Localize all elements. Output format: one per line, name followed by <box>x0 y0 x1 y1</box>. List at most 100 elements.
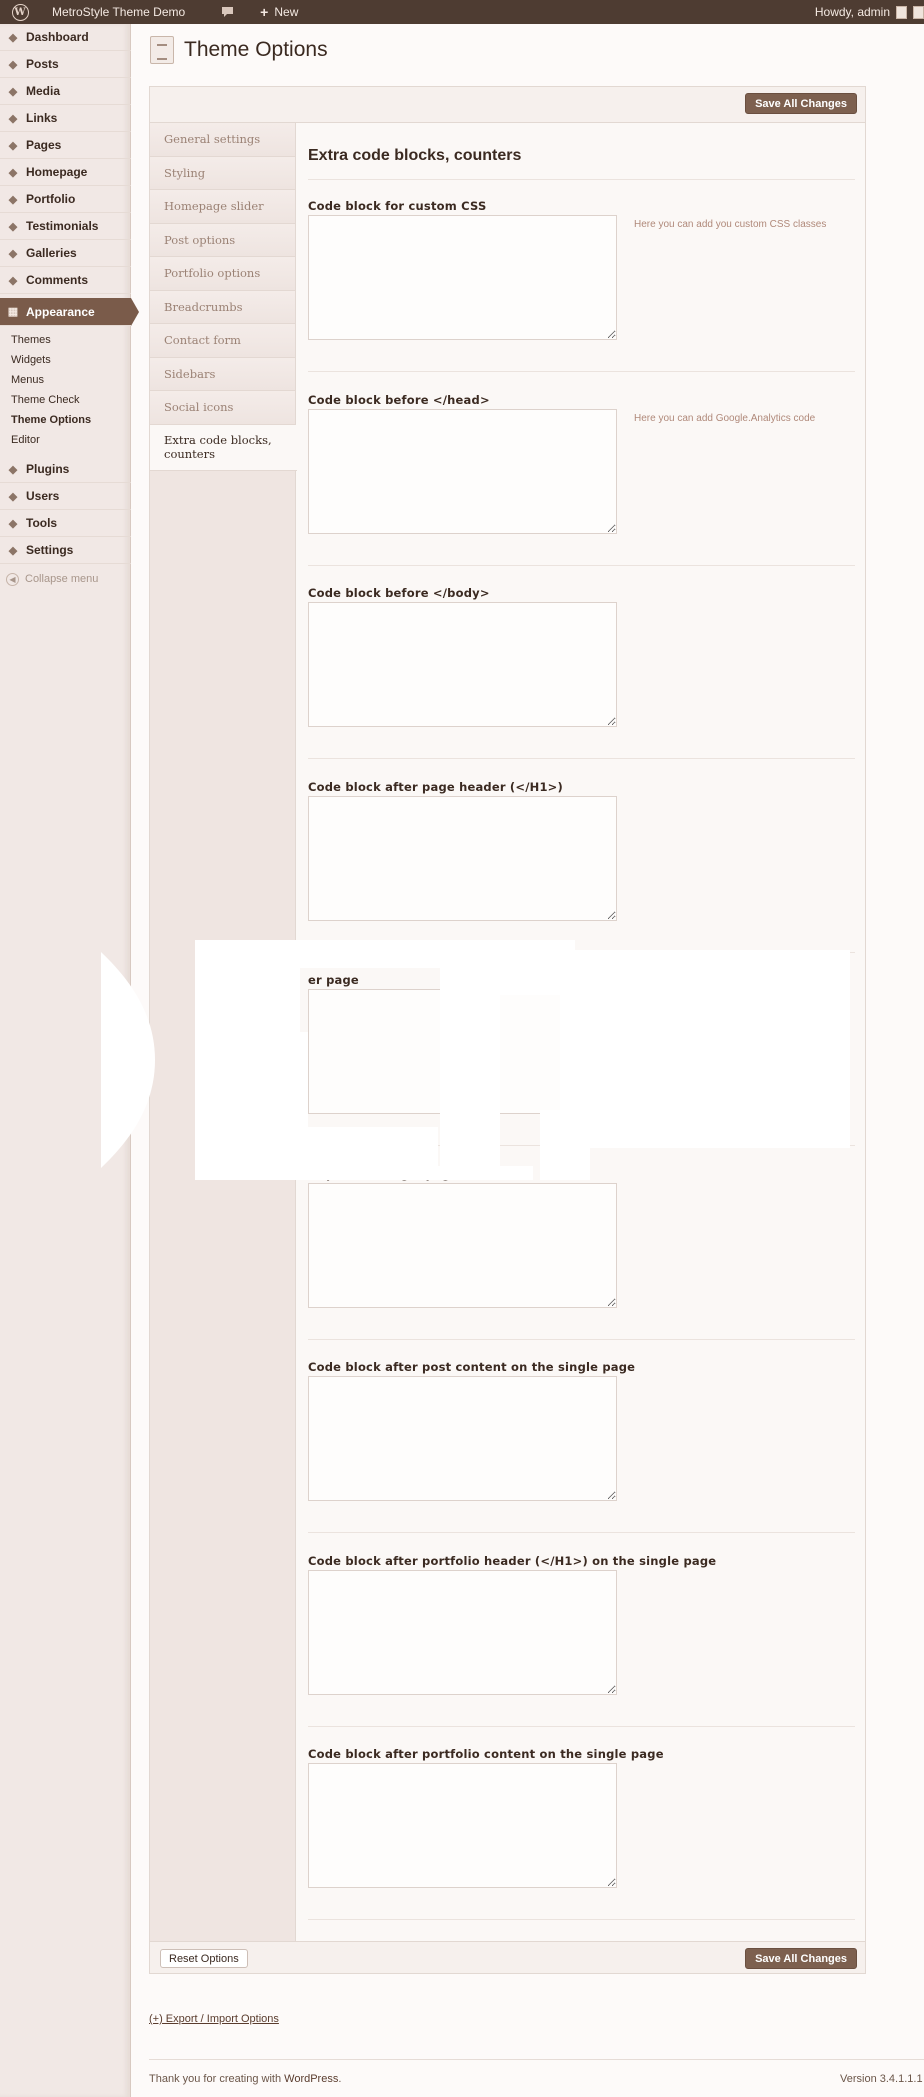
submenu-item-themes[interactable]: Themes <box>0 330 131 350</box>
pin-icon: ◆ <box>8 193 18 206</box>
submenu-item-editor[interactable]: Editor <box>0 430 131 450</box>
menu-item-settings[interactable]: ◆ Settings <box>0 537 131 564</box>
collapse-menu-button[interactable]: ◀ Collapse menu <box>0 564 131 594</box>
reset-options-button[interactable]: Reset Options <box>160 1949 248 1968</box>
admin-bar: W MetroStyle Theme Demo + New Howdy, adm… <box>0 0 924 24</box>
comments-link[interactable] <box>207 0 248 24</box>
tab-post-options[interactable]: Post options <box>150 223 295 257</box>
new-content-menu[interactable]: + New <box>248 0 308 24</box>
menu-item-galleries[interactable]: ◆ Galleries <box>0 240 131 267</box>
pin-icon: ◆ <box>8 220 18 233</box>
users-icon: ◆ <box>8 490 18 503</box>
menu-item-comments[interactable]: ◆ Comments <box>0 267 131 294</box>
save-all-changes-button-top[interactable]: Save All Changes <box>745 93 857 114</box>
menu-item-posts[interactable]: ◆ Posts <box>0 51 131 78</box>
menu-item-pages[interactable]: ◆ Pages <box>0 132 131 159</box>
menu-item-homepage[interactable]: ◆ Homepage <box>0 159 131 186</box>
code-block-label: er page <box>308 973 359 987</box>
menu-items-bottom: ◆ Plugins ◆ Users ◆ Tools ◆ Settings <box>0 456 131 564</box>
tab-contact-form[interactable]: Contact form <box>150 324 295 358</box>
menu-item-label: Comments <box>26 273 89 287</box>
avatar <box>896 5 907 19</box>
menu-item-appearance[interactable]: ▦ Appearance <box>0 298 139 326</box>
tab-sidebars[interactable]: Sidebars <box>150 357 295 391</box>
tab-social-icons[interactable]: Social icons <box>150 391 295 425</box>
wordpress-link[interactable]: WordPress <box>284 2073 338 2085</box>
save-all-changes-button-bottom[interactable]: Save All Changes <box>745 1948 857 1969</box>
section-title: Extra code blocks, counters <box>308 147 522 164</box>
new-content-label: New <box>274 5 299 19</box>
code-block-textarea[interactable] <box>308 1763 617 1888</box>
submenu-item-theme-options[interactable]: Theme Options <box>0 410 131 430</box>
menu-item-label: Testimonials <box>26 219 99 233</box>
code-block-label: Code block after post content on the sin… <box>308 1360 636 1374</box>
menu-item-label: Portfolio <box>26 192 76 206</box>
wordpress-logo-icon: W <box>11 3 29 21</box>
menu-item-label: Homepage <box>26 165 88 179</box>
menu-item-label: Posts <box>26 57 59 71</box>
menu-item-label: Appearance <box>26 304 95 319</box>
code-block-textarea[interactable] <box>308 1569 617 1695</box>
options-tabs: General settings Styling Homepage slider Po… <box>150 123 297 1941</box>
submenu-item-widgets[interactable]: Widgets <box>0 350 131 370</box>
site-name-link[interactable]: MetroStyle Theme Demo <box>40 0 207 24</box>
field-divider <box>308 951 855 953</box>
code-block-textarea[interactable] <box>308 215 617 340</box>
pin-icon: ◆ <box>8 166 18 179</box>
menu-item-label: Media <box>26 84 61 98</box>
code-block-textarea[interactable] <box>308 408 617 534</box>
appearance-icon: ▦ <box>7 306 19 318</box>
submenu-item-menus[interactable]: Menus <box>0 370 131 390</box>
menu-item-links[interactable]: ◆ Links <box>0 105 131 132</box>
menu-item-testimonials[interactable]: ◆ Testimonials <box>0 213 131 240</box>
settings-icon: ◆ <box>8 544 18 557</box>
tab-extra-code-blocks-counters[interactable]: Extra code blocks, counters <box>150 424 297 471</box>
field-divider <box>308 371 855 372</box>
howdy-text: Howdy, admin <box>814 5 890 19</box>
theme-options-page-icon <box>150 36 174 64</box>
export-import-link[interactable]: (+) Export / Import Options <box>149 2013 279 2025</box>
code-block-textarea[interactable] <box>308 1376 617 1501</box>
menu-item-portfolio[interactable]: ◆ Portfolio <box>0 186 131 213</box>
plus-icon: + <box>260 4 269 20</box>
collapse-arrow-icon: ◀ <box>6 572 19 586</box>
code-block-help-text: Here you can add Google.Analytics code <box>634 412 816 424</box>
gallery-icon: ◆ <box>8 247 18 260</box>
menu-item-users[interactable]: ◆ Users <box>0 483 131 510</box>
code-block-label: Code block after portfolio header (</H1>… <box>308 1553 717 1568</box>
tab-general-settings[interactable]: General settings <box>150 123 295 157</box>
tab-homepage-slider[interactable]: Homepage slider <box>150 190 295 224</box>
menu-items-top: ◆ Dashboard ◆ Posts ◆ Media ◆ Links ◆ Pages ◆ Homep… <box>0 24 131 294</box>
panel-header: Save All Changes <box>150 87 865 123</box>
field-divider <box>308 1338 855 1340</box>
menu-item-plugins[interactable]: ◆ Plugins <box>0 456 131 483</box>
menu-item-label: Settings <box>26 543 74 557</box>
code-block-textarea[interactable] <box>308 989 617 1114</box>
footer-thanks-suffix: . <box>338 2073 342 2085</box>
code-block-textarea[interactable] <box>308 795 617 921</box>
field-divider <box>308 1532 855 1533</box>
code-block-textarea[interactable] <box>308 602 617 727</box>
link-icon: ◆ <box>8 112 18 125</box>
menu-item-media[interactable]: ◆ Media <box>0 78 131 105</box>
wordpress-logo-menu[interactable]: W <box>0 0 40 24</box>
menu-item-dashboard[interactable]: ◆ Dashboard <box>0 24 131 51</box>
options-panel: Save All Changes General settings Styling… <box>149 86 866 1974</box>
menu-item-tools[interactable]: ◆ Tools <box>0 510 131 537</box>
menu-item-label: Tools <box>26 516 58 530</box>
field-divider <box>308 758 855 759</box>
my-account-menu[interactable]: Howdy, admin <box>805 0 924 24</box>
tab-portfolio-options[interactable]: Portfolio options <box>150 257 295 291</box>
page-title: Theme Options <box>184 38 328 61</box>
code-block-label: Code block before </body> <box>308 586 490 600</box>
section-divider <box>308 179 855 180</box>
tab-styling[interactable]: Styling <box>150 156 295 190</box>
submenu-item-theme-check[interactable]: Theme Check <box>0 390 131 410</box>
menu-item-label: Plugins <box>26 462 70 476</box>
code-block-label: Code block before </head> <box>308 392 490 407</box>
menu-item-label: Dashboard <box>26 30 89 44</box>
code-block-label: Code block after page header (</H1>) <box>308 779 563 794</box>
code-block-textarea[interactable] <box>308 1182 617 1308</box>
tab-breadcrumbs[interactable]: Breadcrumbs <box>150 290 295 324</box>
footer-thanks: Thank you for creating with WordPress. <box>149 2073 341 2085</box>
